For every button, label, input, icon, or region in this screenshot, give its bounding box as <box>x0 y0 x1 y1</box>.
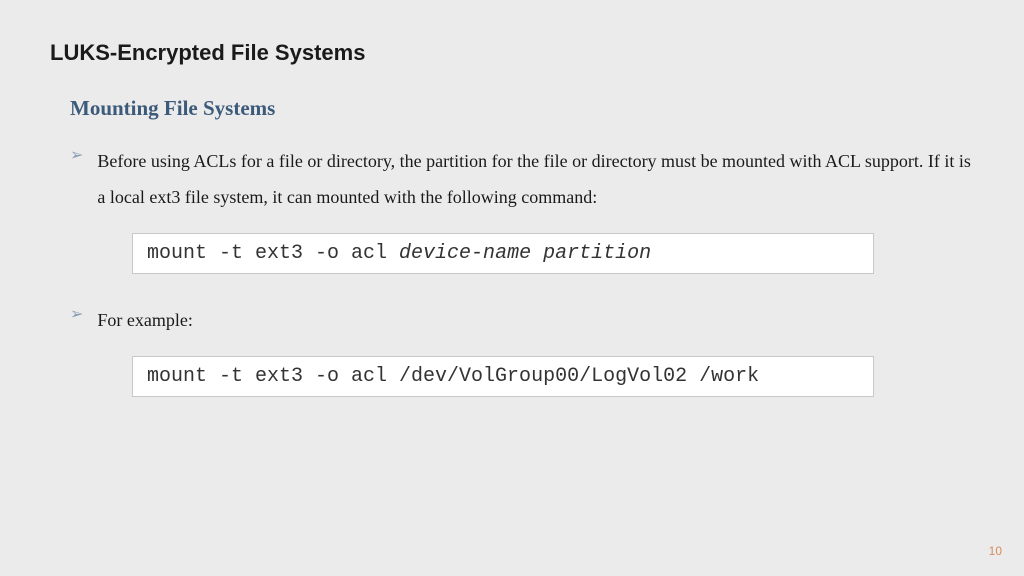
arrow-icon: ➢ <box>70 145 83 165</box>
code-italic: device-name partition <box>399 242 651 265</box>
arrow-icon: ➢ <box>70 304 83 324</box>
section-title: Mounting File Systems <box>70 96 974 121</box>
page-number: 10 <box>989 544 1002 558</box>
code-text: mount -t ext3 -o acl <box>147 242 399 265</box>
code-text: mount -t ext3 -o acl /dev/VolGroup00/Log… <box>147 365 759 388</box>
page-title: LUKS-Encrypted File Systems <box>50 40 974 66</box>
bullet-text: Before using ACLs for a file or director… <box>97 143 974 215</box>
code-block: mount -t ext3 -o acl device-name partiti… <box>132 233 874 274</box>
code-block: mount -t ext3 -o acl /dev/VolGroup00/Log… <box>132 356 874 397</box>
bullet-text: For example: <box>97 302 192 338</box>
bullet-item: ➢ Before using ACLs for a file or direct… <box>70 143 974 215</box>
bullet-item: ➢ For example: <box>70 302 974 338</box>
